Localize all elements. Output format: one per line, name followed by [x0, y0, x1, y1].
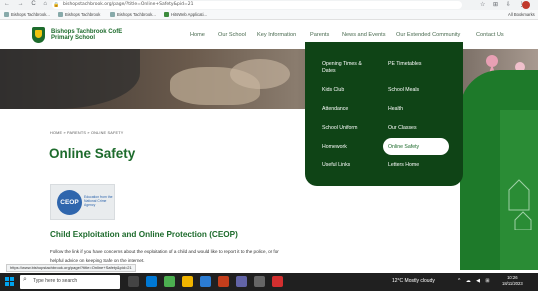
breadcrumb: HOME » PARENTS » ONLINE SAFETY: [50, 131, 124, 135]
breadcrumb-current: ONLINE SAFETY: [90, 131, 124, 135]
word-icon[interactable]: [200, 276, 211, 287]
body-paragraph: Follow the link if you have concerns abo…: [50, 249, 279, 263]
weather-widget[interactable]: 12°C Mostly cloudy: [392, 278, 435, 284]
menu-health[interactable]: Health: [388, 106, 403, 113]
bookmark-item[interactable]: HitsWeb Applicati...: [164, 12, 207, 17]
side-menu-school-uniform[interactable]: School Uniform: [339, 254, 374, 260]
all-bookmarks[interactable]: All Bookmarks: [508, 12, 535, 17]
system-tray-icons[interactable]: ^ ☁ ◀ ⊞: [458, 278, 492, 284]
menu-homework[interactable]: Homework: [322, 144, 347, 151]
windows-start-icon[interactable]: [5, 277, 15, 287]
nav-home[interactable]: Home: [190, 32, 205, 38]
browser-actions[interactable]: ☆ ⊞ ⇩ ⋮: [480, 1, 527, 8]
bookmarks-bar: Bishops Tachbrook... Bishops Tachbrook B…: [0, 10, 538, 20]
bookmark-item[interactable]: Bishops Tachbrook...: [110, 12, 156, 17]
section-heading: Child Exploitation and Online Protection…: [50, 230, 238, 239]
menu-school-meals[interactable]: School Meals: [388, 87, 419, 94]
search-placeholder: Type here to search: [33, 278, 78, 284]
outlook-icon[interactable]: [146, 276, 157, 287]
bookmark-icon: [58, 12, 63, 17]
side-menu-attendance[interactable]: Attendance: [339, 216, 365, 222]
menu-school-uniform[interactable]: School Uniform: [322, 125, 357, 132]
menu-pe-timetables[interactable]: PE Timetables: [388, 61, 421, 68]
menu-attendance[interactable]: Attendance: [322, 106, 348, 113]
status-bar-url: https://www.bishopstachbrook.org/page/?t…: [6, 264, 136, 272]
menu-our-classes[interactable]: Our Classes: [388, 125, 417, 132]
search-icon: ⌕: [23, 276, 27, 283]
menu-letters-home[interactable]: Letters Home: [388, 162, 419, 169]
lock-icon: 🔒: [53, 2, 60, 8]
teams-icon[interactable]: [236, 276, 247, 287]
side-menu-school-meals[interactable]: School Meals: [339, 198, 370, 204]
bookmark-item[interactable]: Bishops Tachbrook...: [4, 12, 50, 17]
page-title: Online Safety: [49, 146, 136, 161]
ceop-logo[interactable]: CEOP Education from the National Crime A…: [50, 184, 115, 220]
file-explorer-icon[interactable]: [182, 276, 193, 287]
windows-taskbar: ⌕ Type here to search 12°C Mostly cloudy…: [0, 273, 538, 291]
nav-our-school[interactable]: Our School: [218, 32, 246, 38]
menu-opening-times[interactable]: Opening Times & Dates: [322, 61, 372, 74]
powerpoint-icon[interactable]: [218, 276, 229, 287]
nav-contact-us[interactable]: Contact Us: [476, 32, 504, 38]
school-crest-icon[interactable]: [32, 27, 45, 43]
nav-key-information[interactable]: Key Information: [257, 32, 296, 38]
chrome-icon[interactable]: [164, 276, 175, 287]
browser-toolbar: ← → C ⌂ 🔒 bishopstachbrook.org/page/?tit…: [0, 0, 538, 10]
browser-nav-buttons[interactable]: ← → C ⌂: [4, 1, 50, 7]
house-illustration: [508, 179, 532, 230]
breadcrumb-parents[interactable]: PARENTS: [67, 131, 86, 135]
nav-our-extended-community[interactable]: Our Extended Community: [396, 32, 460, 38]
side-menu-health[interactable]: Health: [339, 235, 354, 241]
breadcrumb-home[interactable]: HOME: [50, 131, 62, 135]
taskbar-clock[interactable]: 10:26 18/11/2023: [502, 275, 523, 287]
bookmark-icon: [110, 12, 115, 17]
taskbar-search[interactable]: ⌕ Type here to search: [20, 275, 120, 289]
pdf-icon[interactable]: [272, 276, 283, 287]
bookmark-item[interactable]: Bishops Tachbrook: [58, 12, 100, 17]
school-name[interactable]: Bishops Tachbrook CofE Primary School: [51, 29, 131, 41]
bookmark-icon: [164, 12, 169, 17]
menu-useful-links[interactable]: Useful Links: [322, 162, 350, 169]
ceop-tagline: Education from the National Crime Agency: [84, 195, 113, 208]
settings-icon[interactable]: [254, 276, 265, 287]
nav-news-and-events[interactable]: News and Events: [342, 32, 386, 38]
profile-avatar[interactable]: [522, 1, 530, 9]
menu-online-safety[interactable]: Online Safety: [388, 144, 419, 151]
ceop-logo-circle: CEOP: [57, 190, 82, 215]
address-text: bishopstachbrook.org/page/?title=Online+…: [63, 2, 194, 7]
nav-parents[interactable]: Parents: [310, 32, 329, 38]
task-view-icon[interactable]: [128, 276, 139, 287]
bookmark-icon: [4, 12, 9, 17]
address-bar[interactable]: 🔒 bishopstachbrook.org/page/?title=Onlin…: [52, 1, 462, 9]
menu-kids-club[interactable]: Kids Club: [322, 87, 344, 94]
